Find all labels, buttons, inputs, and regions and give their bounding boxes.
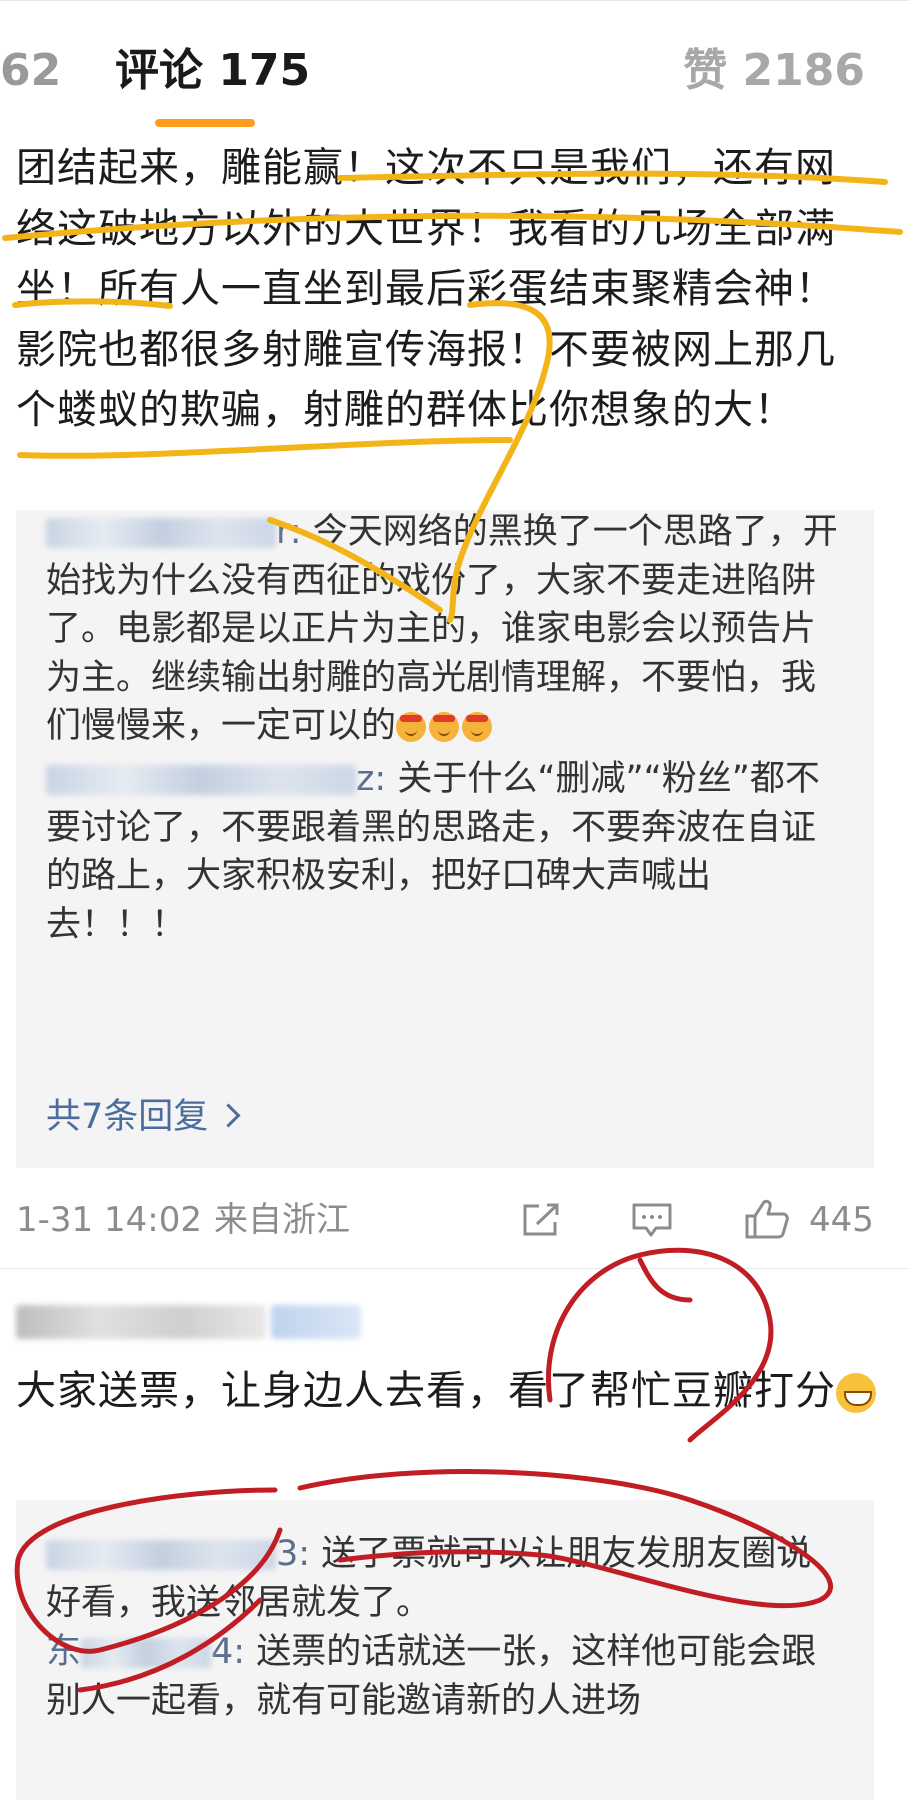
reply-list: r: 今天网络的黑换了一个思路了，开始找为什么没有西征的戏份了，大家不要走进陷阱… [16, 510, 874, 1168]
cheer-emoji-icon [429, 712, 460, 742]
grin-emoji-icon [836, 1373, 876, 1413]
reply-list: 3: 送了票就可以让朋友发朋友圈说好看，我送邻居就发了。 东 4: 送票的话就送一… [16, 1500, 874, 1800]
reply-item[interactable]: 3: 送了票就可以让朋友发朋友圈说好看，我送邻居就发了。 [46, 1530, 846, 1627]
comment-author[interactable] [16, 1305, 416, 1345]
tab-reposts[interactable]: 62 [0, 41, 61, 101]
blurred-username [16, 1305, 266, 1339]
tab-comments[interactable]: 评论 175 [115, 41, 310, 101]
like-icon[interactable] [744, 1198, 790, 1240]
chevron-right-icon [216, 1102, 241, 1128]
comment-icon[interactable] [631, 1202, 673, 1238]
reply-item[interactable]: r: 今天网络的黑换了一个思路了，开始找为什么没有西征的戏份了，大家不要走进陷阱… [46, 508, 846, 751]
reply-username[interactable]: 东 4: [46, 1632, 245, 1672]
tab-likes[interactable]: 赞 2186 [683, 41, 865, 101]
blurred-username [46, 518, 276, 548]
blurred-badge [271, 1305, 362, 1339]
reply-username[interactable]: 3: [46, 1534, 310, 1574]
cheer-emoji-icon [396, 712, 427, 742]
divider [0, 1268, 909, 1269]
blurred-username [46, 765, 356, 795]
more-replies-label: 共7条回复 [46, 1097, 209, 1137]
blurred-username [46, 1540, 276, 1570]
comment-text: 团结起来，雕能赢！这次不只是我们，还有网络这破地方以外的大世界！我看的几场全部满… [16, 145, 836, 433]
comment-time: 1-31 14:02 [16, 1200, 202, 1240]
like-count: 445 [809, 1200, 874, 1240]
active-tab-indicator [155, 119, 255, 127]
reply-username[interactable]: z: [46, 759, 386, 799]
comment-location: 来自浙江 [214, 1200, 350, 1240]
blurred-username [81, 1638, 212, 1668]
cheer-emoji-icon [462, 712, 493, 742]
reply-item[interactable]: 东 4: 送票的话就送一张，这样他可能会跟别人一起看，就有可能邀请新的人进场 [46, 1628, 846, 1725]
reply-item[interactable]: z: 关于什么“删减”“粉丝”都不要讨论了，不要跟着黑的思路走，不要奔波在自证的… [46, 755, 846, 949]
comment-meta: 1-31 14:02 来自浙江 445 [16, 1190, 876, 1250]
share-icon[interactable] [521, 1202, 561, 1238]
comment-text: 大家送票，让身边人去看，看了帮忙豆瓣打分 [16, 1360, 876, 1422]
tab-bar: 62 评论 175 赞 2186 [0, 0, 909, 131]
reply-username[interactable]: r: [46, 512, 302, 552]
more-replies-link[interactable]: 共7条回复 [46, 1092, 241, 1142]
